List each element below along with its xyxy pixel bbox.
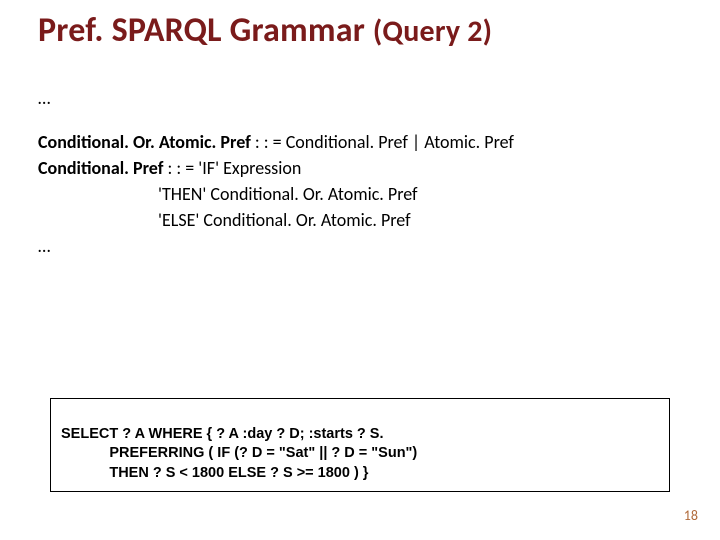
rule-2: Conditional. Pref : : = 'IF' Expression — [38, 155, 514, 181]
page-number: 18 — [684, 507, 698, 524]
rule-2-else: 'ELSE' Conditional. Or. Atomic. Pref — [38, 207, 514, 233]
spacer — [38, 111, 514, 129]
rule1-rhs: : : = Conditional. Pref | Atomic. Pref — [255, 131, 514, 153]
rule-1: Conditional. Or. Atomic. Pref : : = Cond… — [38, 129, 514, 155]
code-line-2: PREFERRING ( IF (? D = "Sat" || ? D = "S… — [61, 445, 417, 461]
title-sub: (Query 2) — [373, 13, 492, 50]
code-line-1: SELECT ? A WHERE { ? A :day ? D; :starts… — [61, 426, 384, 442]
code-line-3: THEN ? S < 1800 ELSE ? S >= 1800 ) } — [61, 465, 368, 481]
rule2-lhs: Conditional. Pref — [38, 157, 167, 179]
example-code-box: SELECT ? A WHERE { ? A :day ? D; :starts… — [50, 398, 670, 492]
rule-2-then: 'THEN' Conditional. Or. Atomic. Pref — [38, 181, 514, 207]
title-main: Pref. SPARQL Grammar — [38, 10, 373, 51]
rule1-lhs: Conditional. Or. Atomic. Pref — [38, 131, 255, 153]
rule2-rhs: : : = 'IF' Expression — [167, 157, 301, 179]
slide-title: Pref. SPARQL Grammar (Query 2) — [38, 10, 492, 51]
grammar-body: … Conditional. Or. Atomic. Pref : : = Co… — [38, 85, 514, 260]
ellipsis-top: … — [38, 85, 514, 111]
ellipsis-bottom: … — [38, 233, 514, 259]
